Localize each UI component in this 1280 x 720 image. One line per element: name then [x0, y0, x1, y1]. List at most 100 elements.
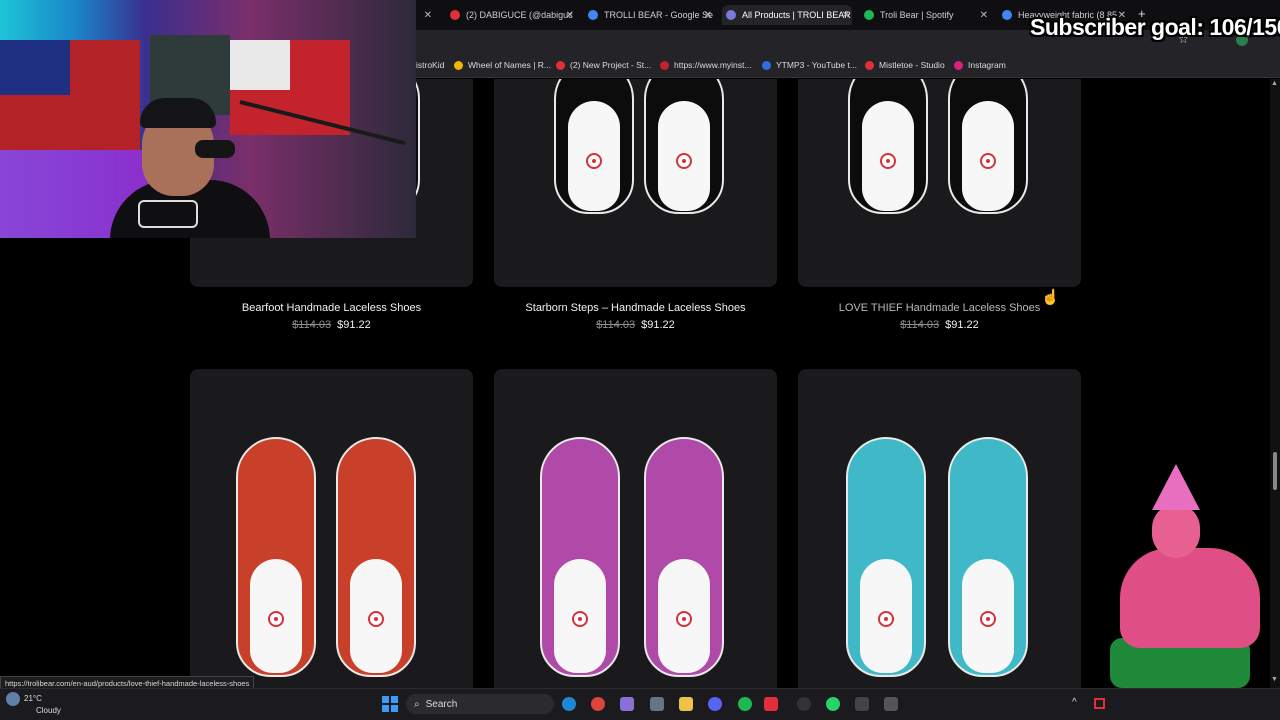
sale-price: $91.22: [945, 319, 979, 331]
tab-spotify[interactable]: Troli Bear | Spotify ✕: [860, 5, 990, 25]
shoe-image-right: [948, 79, 1028, 214]
windows-start-icon[interactable]: [382, 696, 398, 712]
bookmark-label: https://www.myinst...: [674, 60, 752, 70]
product-name[interactable]: Starborn Steps – Handmade Laceless Shoes: [494, 302, 777, 314]
tab-favicon-icon: [726, 10, 736, 20]
edge-icon[interactable]: [562, 697, 576, 711]
weather-temp: 21°C: [24, 694, 42, 704]
product-card-love-thief[interactable]: [798, 79, 1081, 287]
tab-title: All Products | TROLI BEAR: [742, 10, 851, 20]
sale-price: $91.22: [337, 319, 371, 331]
bookmark-item[interactable]: Mistletoe - Studio: [865, 60, 945, 70]
tab-favicon-icon: [1002, 10, 1012, 20]
chevron-up-icon[interactable]: ^: [1072, 697, 1077, 708]
close-icon[interactable]: ✕: [566, 10, 574, 21]
product-name[interactable]: Bearfoot Handmade Laceless Shoes: [190, 302, 473, 314]
bookmark-favicon-icon: [660, 60, 669, 70]
shoe-image-right: [644, 437, 724, 677]
product-name[interactable]: LOVE THIEF Handmade Laceless Shoes: [798, 302, 1081, 314]
bookmark-label: Mistletoe - Studio: [879, 60, 945, 70]
subscriber-goal-text: Subscriber goal: 106/150: [1030, 14, 1280, 40]
hand-cursor-icon: ☝: [1041, 289, 1060, 306]
product-card-starborn[interactable]: [494, 79, 777, 287]
original-price: $114.03: [292, 319, 332, 331]
bookmark-item[interactable]: https://www.myinst...: [660, 60, 751, 70]
tab-google-search[interactable]: TROLLI BEAR - Google Se ✕: [584, 5, 714, 25]
microphone-icon: [195, 140, 235, 158]
product-price: $114.03 $91.22: [190, 319, 473, 331]
bookmark-label: (2) New Project - St...: [570, 60, 652, 70]
bookmark-favicon-icon: [954, 60, 963, 70]
bookmark-item[interactable]: Wheel of Names | R...: [454, 60, 551, 70]
app-icon[interactable]: [620, 697, 634, 711]
bookmark-item[interactable]: (2) New Project - St...: [556, 60, 651, 70]
weather-widget[interactable]: 21°C Cloudy: [6, 692, 61, 716]
shoe-image-left: [554, 79, 634, 214]
shoe-image-right: [336, 437, 416, 677]
product-price: $114.03 $91.22: [494, 319, 777, 331]
whatsapp-icon[interactable]: [826, 697, 840, 711]
close-icon[interactable]: ✕: [424, 10, 432, 21]
bookmark-item[interactable]: YTMP3 - YouTube t...: [762, 60, 857, 70]
windows-taskbar: [0, 688, 1280, 720]
tab-favicon-icon: [450, 10, 460, 20]
bookmark-favicon-icon: [762, 60, 771, 70]
flag-decoration: [230, 40, 350, 135]
app-icon[interactable]: [855, 697, 869, 711]
shoe-image-left: [848, 79, 928, 214]
product-price: $114.03 $91.22: [798, 319, 1081, 331]
product-card[interactable]: [190, 369, 473, 688]
shoe-image-left: [846, 437, 926, 677]
close-icon[interactable]: ✕: [980, 10, 988, 21]
shirt-logo: [138, 200, 198, 228]
close-icon[interactable]: ✕: [704, 10, 712, 21]
original-price: $114.03: [596, 319, 636, 331]
tab-dabiguce[interactable]: (2) DABIGUCE (@dabiguc ✕: [446, 5, 576, 25]
bookmark-label: istroKid: [416, 60, 445, 70]
webcam-overlay: [0, 0, 416, 238]
shoe-image-left: [540, 437, 620, 677]
tab-title: TROLLI BEAR - Google Se: [604, 10, 714, 20]
scrollbar-thumb[interactable]: [1273, 452, 1277, 490]
tab-title: (2) DABIGUCE (@dabiguc: [466, 10, 573, 20]
party-hat-icon: [1152, 464, 1200, 510]
taskbar-search[interactable]: ⌕ Search: [406, 694, 554, 714]
settings-icon[interactable]: [650, 697, 664, 711]
app-icon[interactable]: [764, 697, 778, 711]
product-card[interactable]: [494, 369, 777, 688]
spotify-icon[interactable]: [738, 697, 752, 711]
shoe-image-left: [236, 437, 316, 677]
bookmark-favicon-icon: [454, 60, 463, 70]
scrollbar-track[interactable]: [1270, 79, 1280, 688]
search-placeholder: Search: [425, 698, 458, 710]
tab-title: Troli Bear | Spotify: [880, 10, 954, 20]
app-icon[interactable]: [884, 697, 898, 711]
bookmark-favicon-icon: [556, 60, 565, 70]
bookmark-label: YTMP3 - YouTube t...: [776, 60, 857, 70]
shoe-image-right: [644, 79, 724, 214]
bookmark-label: Instagram: [968, 60, 1006, 70]
tab-favicon-icon: [588, 10, 598, 20]
search-icon: ⌕: [414, 698, 420, 710]
bookmark-favicon-icon: [865, 60, 874, 70]
close-icon[interactable]: ✕: [842, 10, 850, 21]
original-price: $114.03: [900, 319, 940, 331]
bookmark-item[interactable]: istroKid: [416, 60, 444, 70]
scroll-down-icon[interactable]: ▼: [1271, 676, 1278, 683]
file-explorer-icon[interactable]: [679, 697, 693, 711]
bookmark-label: Wheel of Names | R...: [468, 60, 551, 70]
tab-favicon-icon: [864, 10, 874, 20]
obs-icon[interactable]: [797, 697, 811, 711]
tab-close-partial[interactable]: ✕: [420, 5, 434, 25]
flag-decoration: [0, 40, 140, 150]
shoe-image-right: [948, 437, 1028, 677]
sale-price: $91.22: [641, 319, 675, 331]
weather-desc: Cloudy: [36, 706, 61, 715]
product-card[interactable]: [798, 369, 1081, 688]
tab-all-products[interactable]: All Products | TROLI BEAR ✕: [722, 5, 852, 25]
discord-icon[interactable]: [708, 697, 722, 711]
tray-app-icon[interactable]: [1094, 698, 1105, 709]
chrome-icon[interactable]: [591, 697, 605, 711]
scroll-up-icon[interactable]: ▲: [1271, 80, 1278, 87]
bookmark-item[interactable]: Instagram: [954, 60, 1006, 70]
